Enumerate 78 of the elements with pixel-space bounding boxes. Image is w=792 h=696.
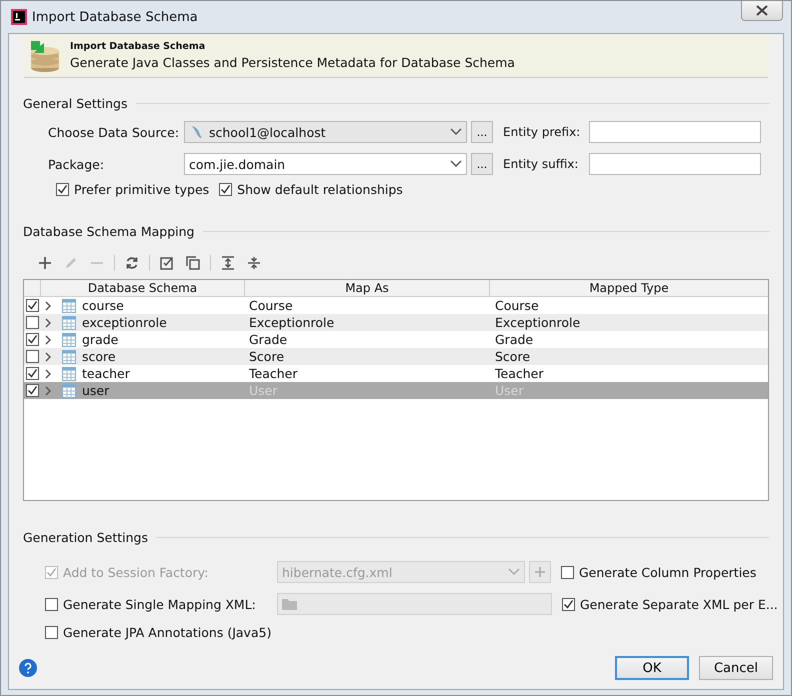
- table-icon: [62, 316, 76, 330]
- dolphin-icon: [189, 124, 205, 140]
- column-header[interactable]: Map As: [244, 280, 489, 296]
- package-dropdown[interactable]: com.jie.domain: [184, 153, 467, 175]
- checkbox-label: Generate JPA Annotations (Java5): [63, 624, 272, 640]
- checkbox-label: Add to Session Factory:: [63, 564, 208, 580]
- table-cell: course: [82, 298, 124, 313]
- header-subtitle: Generate Java Classes and Persistence Metadata for Database Schema: [70, 55, 515, 70]
- data-source-dropdown[interactable]: school1@localhost: [184, 121, 467, 143]
- cancel-button[interactable]: Cancel: [699, 656, 773, 680]
- table-row[interactable]: exceptionrole Exceptionrole Exceptionrole: [24, 314, 768, 331]
- checkbox[interactable]: [561, 566, 574, 578]
- database-import-icon: [28, 38, 62, 72]
- checkbox[interactable]: [26, 350, 38, 363]
- plus-icon: [534, 566, 546, 578]
- checkbox-label: Generate Column Properties: [579, 564, 756, 580]
- window-title: Import Database Schema: [32, 10, 198, 24]
- table-icon: [62, 366, 76, 380]
- table-cell: Course: [495, 298, 539, 313]
- checkbox[interactable]: [219, 183, 232, 196]
- field-label: Choose Data Source:: [48, 124, 180, 140]
- column-header[interactable]: Mapped Type: [489, 280, 768, 296]
- ok-button[interactable]: OK: [615, 656, 689, 680]
- field-label: Package:: [48, 156, 106, 172]
- checkbox[interactable]: [562, 598, 575, 610]
- table-icon: [62, 298, 76, 312]
- checkbox[interactable]: [45, 598, 58, 610]
- checkbox[interactable]: [26, 299, 38, 312]
- checkbox[interactable]: [45, 626, 58, 638]
- entity-prefix-field[interactable]: [589, 121, 761, 143]
- help-icon[interactable]: [19, 659, 37, 677]
- checkbox[interactable]: [26, 367, 38, 380]
- table-icon: [62, 350, 76, 364]
- table-cell: user: [82, 383, 110, 398]
- column-header[interactable]: Database Schema: [40, 280, 244, 296]
- file-path-field[interactable]: [277, 593, 552, 615]
- table-row[interactable]: teacher Teacher Teacher: [24, 365, 768, 382]
- section-title: Database Schema Mapping: [23, 224, 194, 238]
- table-cell: Score: [249, 349, 284, 364]
- checkbox-label: Generate Separate XML per E...: [580, 596, 778, 612]
- checkbox-label: Prefer primitive types: [74, 182, 210, 197]
- checkbox[interactable]: [26, 333, 38, 346]
- close-icon: [756, 5, 768, 16]
- table-row[interactable]: grade Grade Grade: [24, 331, 768, 348]
- table-cell: Teacher: [249, 366, 298, 381]
- table-cell: Grade: [249, 332, 288, 347]
- table-cell: score: [82, 349, 116, 364]
- chevron-down-icon: [450, 128, 462, 136]
- table-icon: [62, 384, 76, 398]
- checkbox[interactable]: [56, 183, 69, 196]
- chevron-down-icon: [508, 568, 520, 576]
- browse-button[interactable]: ...: [471, 121, 493, 143]
- checkbox[interactable]: [26, 316, 38, 329]
- table-cell: Grade: [495, 332, 534, 347]
- app-logo-icon: [11, 9, 27, 25]
- checkbox-label: Generate Single Mapping XML:: [63, 596, 256, 612]
- section-title: General Settings: [23, 96, 128, 110]
- close-button[interactable]: [741, 1, 783, 21]
- table-cell: exceptionrole: [82, 315, 167, 330]
- table-cell: Course: [249, 298, 293, 313]
- browse-button[interactable]: ...: [471, 153, 493, 175]
- table-cell: Score: [495, 349, 530, 364]
- table-icon: [62, 332, 76, 346]
- table-row[interactable]: course Course Course: [24, 297, 768, 314]
- field-label: Entity suffix:: [503, 157, 580, 171]
- section-title: Generation Settings: [23, 530, 148, 544]
- chevron-down-icon: [450, 160, 462, 168]
- header-title: Import Database Schema: [70, 41, 206, 52]
- table-cell: Exceptionrole: [495, 315, 580, 330]
- table-cell: Teacher: [495, 366, 544, 381]
- entity-suffix-field[interactable]: [589, 153, 761, 175]
- checkbox-label: Show default relationships: [237, 182, 403, 197]
- table-cell: Exceptionrole: [249, 315, 334, 330]
- field-label: Entity prefix:: [503, 125, 582, 139]
- table-cell: teacher: [82, 366, 130, 381]
- checkbox[interactable]: [26, 384, 38, 397]
- table-row[interactable]: score Score Score: [24, 348, 768, 365]
- table-cell: grade: [82, 332, 118, 347]
